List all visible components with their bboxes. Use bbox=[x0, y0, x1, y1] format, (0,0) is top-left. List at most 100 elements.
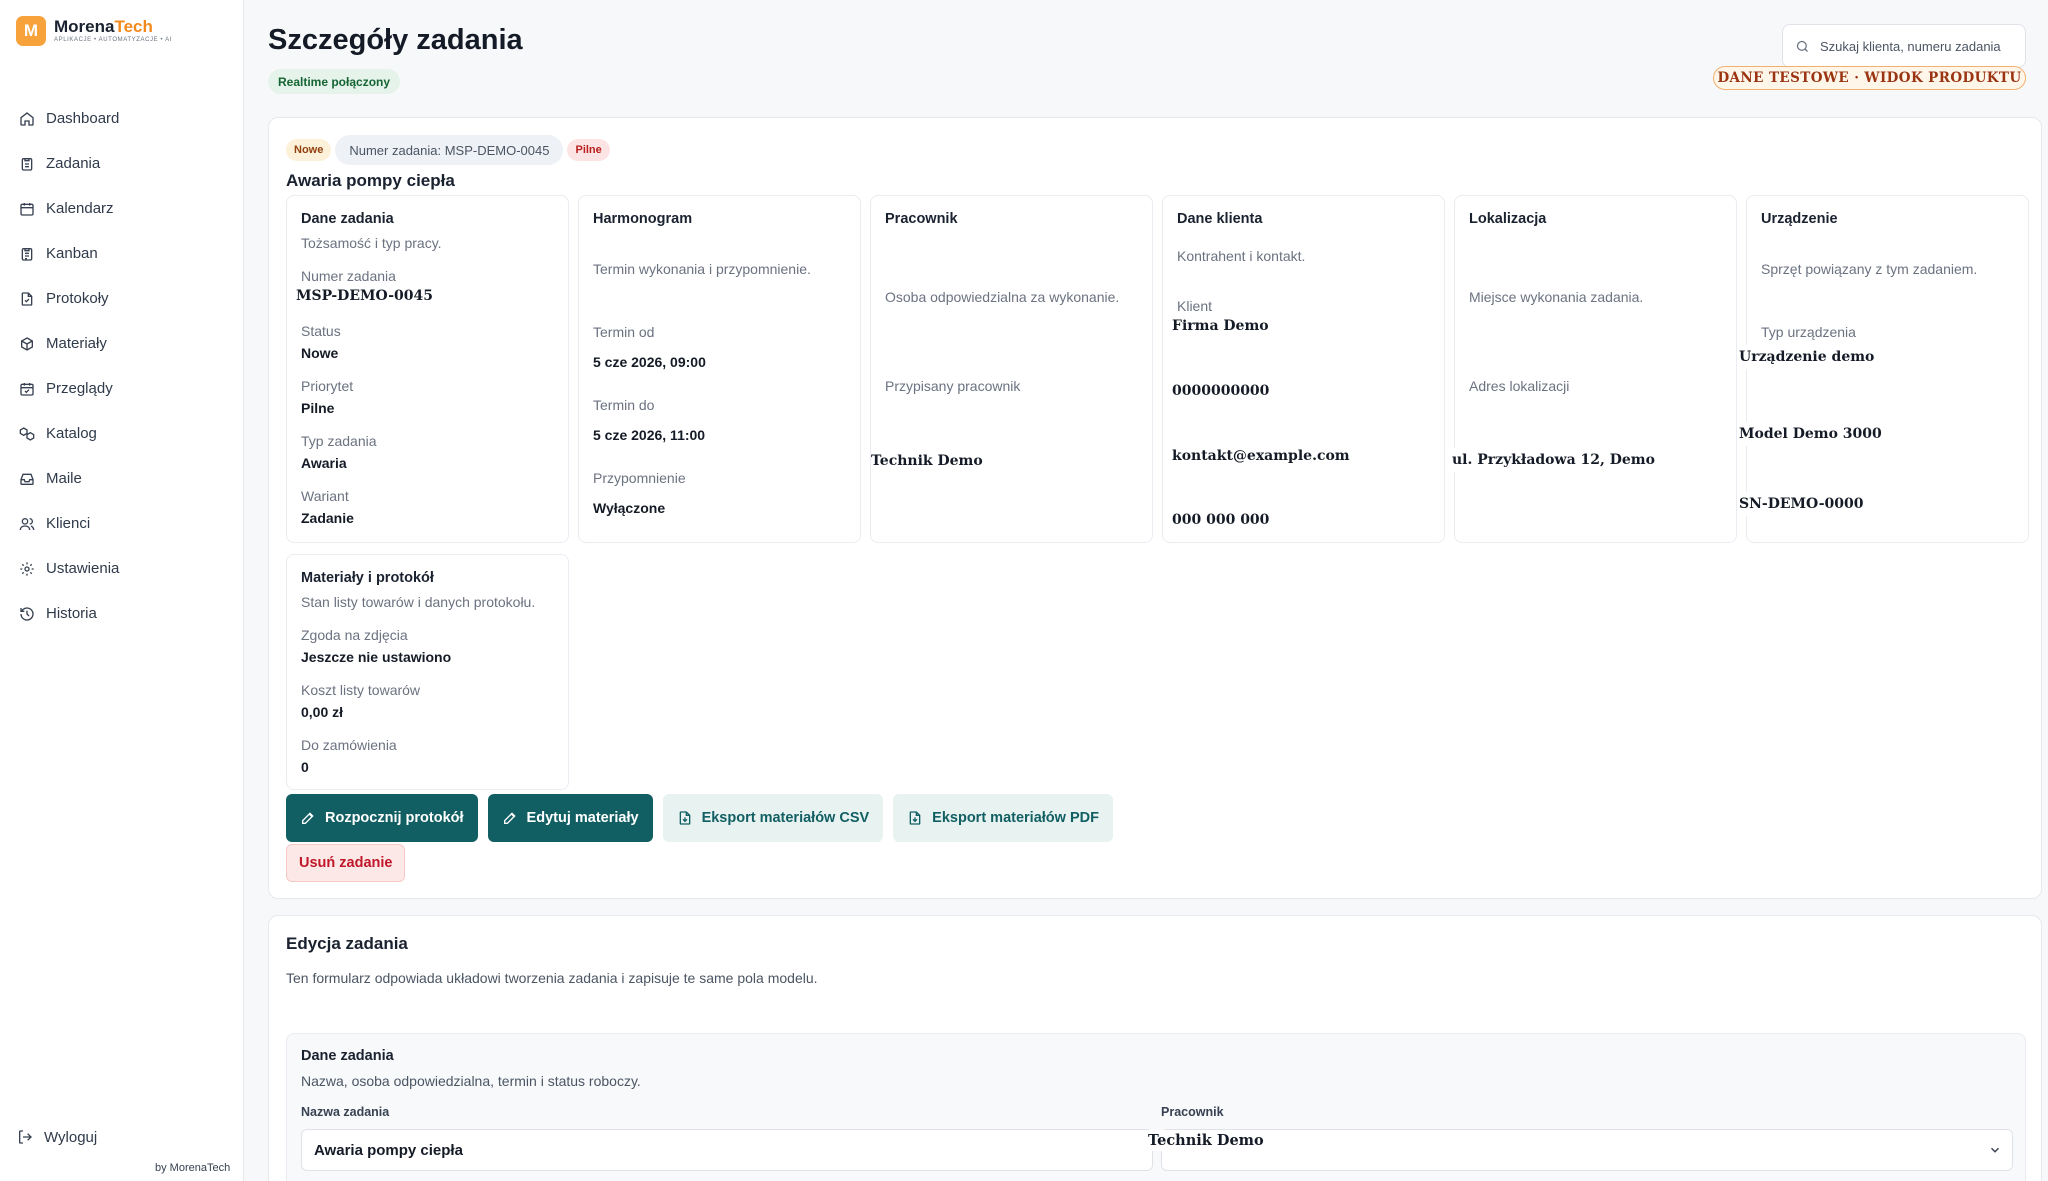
sidebar-item-kalendarz[interactable]: Kalendarz bbox=[18, 186, 228, 231]
section-title: Dane zadania bbox=[301, 1048, 394, 1064]
client-email-value: kontakt@example.com bbox=[1172, 444, 1412, 468]
task-name-input[interactable] bbox=[301, 1129, 1153, 1171]
sidebar-item-label: Zadania bbox=[46, 155, 101, 172]
worker-select[interactable]: Technik Demo bbox=[1148, 1129, 2013, 1171]
date-to-label: Termin do bbox=[593, 397, 655, 413]
sidebar-item-katalog[interactable]: Katalog bbox=[18, 411, 228, 456]
panel-title: Harmonogram bbox=[593, 211, 693, 227]
chevron-down-icon bbox=[1988, 1143, 2002, 1157]
home-icon bbox=[18, 110, 36, 128]
users-icon bbox=[18, 515, 36, 533]
sidebar-item-label: Materiały bbox=[46, 335, 107, 352]
panel-title: Pracownik bbox=[885, 211, 958, 227]
export-csv-button[interactable]: Eksport materiałów CSV bbox=[662, 794, 884, 842]
logo-tagline: APLIKACJE • AUTOMATYZACJE • AI bbox=[54, 37, 173, 43]
export-pdf-label: Eksport materiałów PDF bbox=[932, 810, 1099, 826]
export-pdf-button[interactable]: Eksport materiałów PDF bbox=[893, 794, 1113, 842]
panel-title: Urządzenie bbox=[1761, 211, 1838, 227]
date-to-value: 5 cze 2026, 11:00 bbox=[593, 427, 706, 443]
priority-badge: Pilne bbox=[567, 139, 610, 161]
boxes-icon bbox=[18, 425, 36, 443]
search-box[interactable] bbox=[1782, 24, 2026, 68]
clipboard-list-icon bbox=[18, 245, 36, 263]
device-serial-value: SN-DEMO-0000 bbox=[1739, 492, 2011, 516]
task-title: Awaria pompy ciepła bbox=[286, 171, 455, 190]
pencil-icon bbox=[502, 810, 518, 826]
panel-schedule: Harmonogram Termin wykonania i przypomni… bbox=[578, 195, 861, 543]
edit-materials-button[interactable]: Edytuj materiały bbox=[487, 794, 653, 842]
start-protocol-button[interactable]: Rozpocznij protokół bbox=[286, 794, 478, 842]
edit-title: Edycja zadania bbox=[286, 934, 408, 953]
start-protocol-label: Rozpocznij protokół bbox=[325, 810, 464, 826]
sidebar-item-label: Ustawienia bbox=[46, 560, 120, 577]
sidebar-item-label: Protokoły bbox=[46, 290, 109, 307]
panel-desc: Kontrahent i kontakt. bbox=[1177, 248, 1306, 264]
task-details-card: Nowe Numer zadania: MSP-DEMO-0045 Pilne … bbox=[268, 117, 2042, 899]
logout-label: Wyloguj bbox=[44, 1128, 98, 1146]
panel-materials: Materiały i protokół Stan listy towarów … bbox=[286, 554, 569, 790]
status-label: Status bbox=[301, 323, 341, 339]
logo-name: MorenaTech bbox=[54, 18, 172, 36]
address-label: Adres lokalizacji bbox=[1469, 378, 1570, 394]
reminder-label: Przypomnienie bbox=[593, 470, 686, 486]
date-from-label: Termin od bbox=[593, 324, 655, 340]
variant-value: Zadanie bbox=[301, 510, 354, 526]
search-icon bbox=[1795, 39, 1810, 54]
calendar-check-icon bbox=[18, 380, 36, 398]
panel-device: Urządzenie Sprzęt powiązany z tym zadani… bbox=[1739, 195, 2029, 543]
materials-cost-value: 0,00 zł bbox=[301, 704, 344, 720]
device-type-label: Typ urządzenia bbox=[1761, 324, 1856, 340]
sidebar-item-protokoly[interactable]: Protokoły bbox=[18, 276, 228, 321]
sidebar-item-kanban[interactable]: Kanban bbox=[18, 231, 228, 276]
edit-desc: Ten formularz odpowiada układowi tworzen… bbox=[286, 970, 818, 986]
address-value: ul. Przykładowa 12, Demo bbox=[1452, 448, 1707, 472]
byline: by MorenaTech bbox=[155, 1162, 231, 1174]
edit-materials-label: Edytuj materiały bbox=[526, 810, 639, 826]
sidebar-item-dashboard[interactable]: Dashboard bbox=[18, 96, 228, 141]
sidebar-item-label: Klienci bbox=[46, 515, 91, 532]
device-model-value: Model Demo 3000 bbox=[1739, 422, 2011, 446]
panel-desc: Termin wykonania i przypomnienie. bbox=[593, 261, 811, 277]
status-badge: Nowe bbox=[286, 139, 332, 161]
sidebar-item-label: Historia bbox=[46, 605, 97, 622]
inbox-icon bbox=[18, 470, 36, 488]
task-number-value: MSP-DEMO-0045 bbox=[296, 284, 522, 308]
edit-section-task-data: Dane zadania Nazwa, osoba odpowiedzialna… bbox=[286, 1033, 2026, 1181]
status-value: Nowe bbox=[301, 345, 339, 361]
sidebar-item-label: Katalog bbox=[46, 425, 97, 442]
client-phone-value: 000 000 000 bbox=[1172, 508, 1412, 532]
client-label: Klient bbox=[1177, 298, 1213, 314]
worker-select-value: Technik Demo bbox=[1148, 1130, 1264, 1151]
panel-title: Dane zadania bbox=[301, 211, 394, 227]
logo[interactable]: M MorenaTech APLIKACJE • AUTOMATYZACJE •… bbox=[16, 16, 172, 46]
logout-button[interactable]: Wyloguj bbox=[16, 1128, 97, 1146]
sidebar-item-label: Przeglądy bbox=[46, 380, 113, 397]
panel-desc: Miejsce wykonania zadania. bbox=[1469, 289, 1644, 305]
variant-label: Wariant bbox=[301, 488, 349, 504]
task-badges: Nowe Numer zadania: MSP-DEMO-0045 Pilne bbox=[286, 135, 610, 165]
sidebar-nav: Dashboard Zadania Kalendarz Kanban Proto… bbox=[18, 96, 228, 636]
sidebar-item-przeglady[interactable]: Przeglądy bbox=[18, 366, 228, 411]
sidebar-item-historia[interactable]: Historia bbox=[18, 591, 228, 636]
panel-client: Dane klienta Kontrahent i kontakt. Klien… bbox=[1162, 195, 1445, 543]
panel-worker: Pracownik Osoba odpowiedzialna za wykona… bbox=[870, 195, 1153, 543]
sidebar: M MorenaTech APLIKACJE • AUTOMATYZACJE •… bbox=[0, 0, 244, 1181]
sidebar-item-label: Kanban bbox=[46, 245, 98, 262]
sidebar-item-klienci[interactable]: Klienci bbox=[18, 501, 228, 546]
task-type-label: Typ zadania bbox=[301, 433, 377, 449]
sidebar-item-ustawienia[interactable]: Ustawienia bbox=[18, 546, 228, 591]
panel-task-details: Dane zadania Tożsamość i typ pracy. Nume… bbox=[286, 195, 569, 543]
sidebar-item-label: Maile bbox=[46, 470, 82, 487]
sidebar-item-maile[interactable]: Maile bbox=[18, 456, 228, 501]
date-from-value: 5 cze 2026, 09:00 bbox=[593, 354, 706, 370]
priority-label: Priorytet bbox=[301, 378, 354, 394]
section-desc: Nazwa, osoba odpowiedzialna, termin i st… bbox=[301, 1073, 641, 1089]
delete-task-button[interactable]: Usuń zadanie bbox=[286, 844, 406, 882]
to-order-value: 0 bbox=[301, 759, 309, 775]
panel-location: Lokalizacja Miejsce wykonania zadania. A… bbox=[1452, 195, 1737, 543]
sidebar-item-materialy[interactable]: Materiały bbox=[18, 321, 228, 366]
materials-cost-label: Koszt listy towarów bbox=[301, 682, 421, 698]
page-title: Szczegóły zadania bbox=[268, 24, 523, 56]
sidebar-item-zadania[interactable]: Zadania bbox=[18, 141, 228, 186]
search-input[interactable] bbox=[1820, 38, 2010, 54]
